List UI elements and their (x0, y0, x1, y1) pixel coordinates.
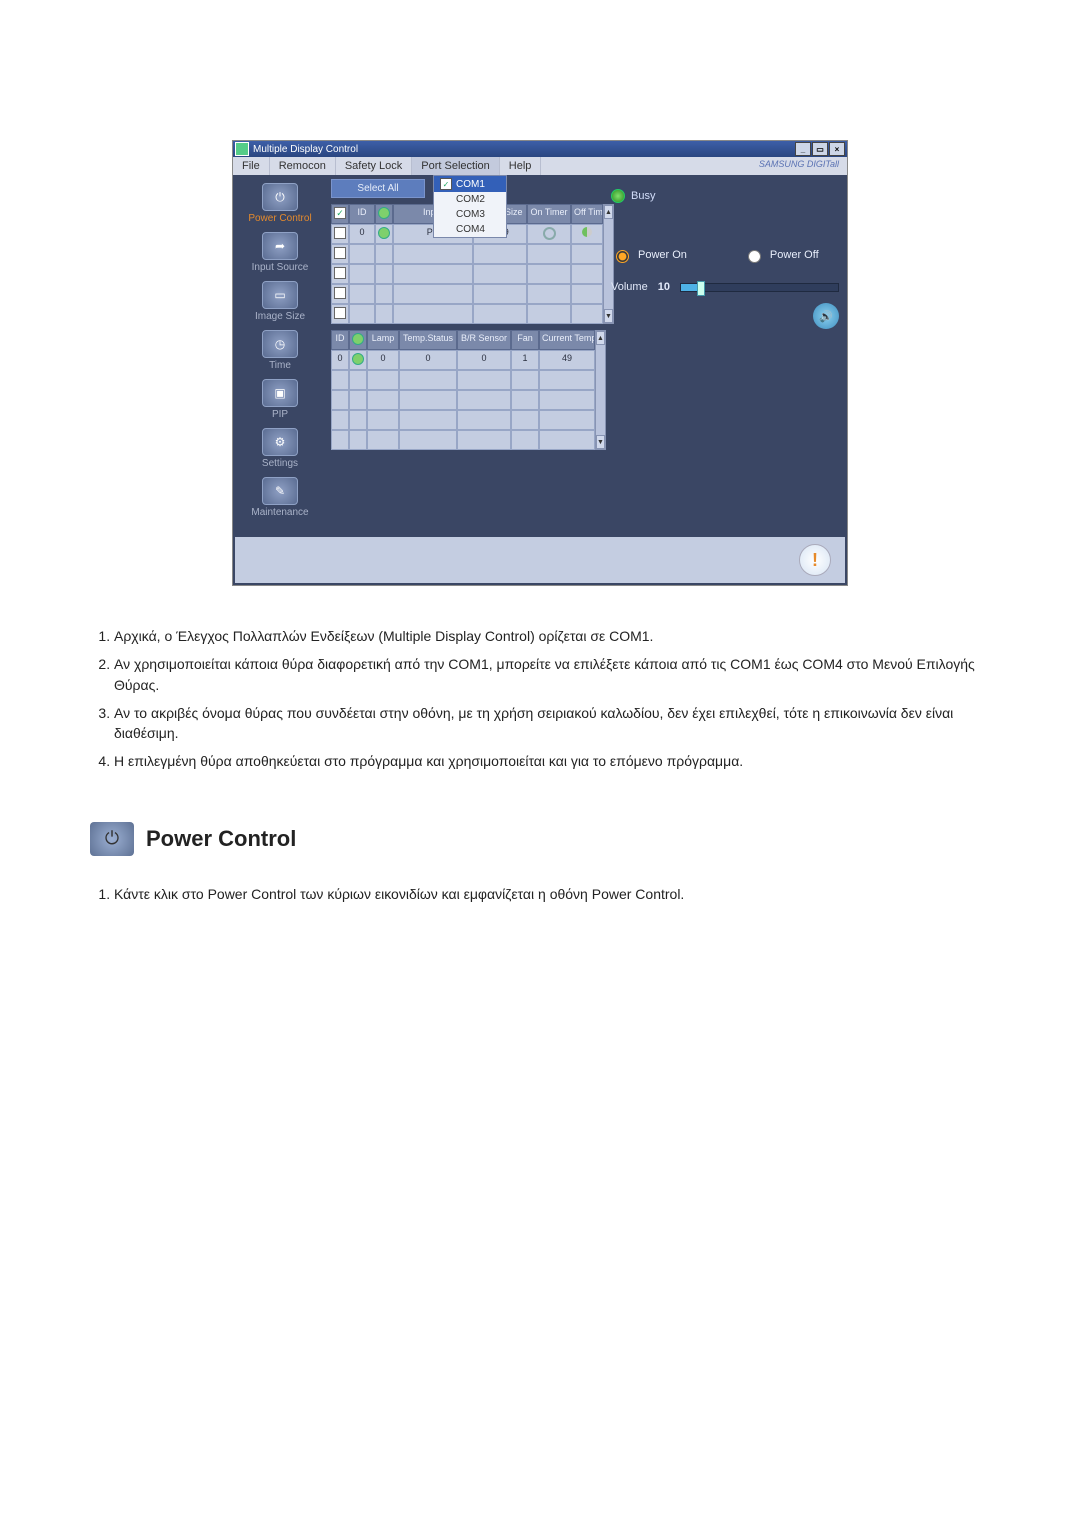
sidebar-item-label: Input Source (252, 262, 309, 273)
section-body: Κάντε κλικ στο Power Control των κύριων … (114, 886, 990, 902)
brand-label: SAMSUNG DIGITall (751, 157, 847, 175)
status-icon (378, 207, 390, 219)
slider-thumb[interactable] (697, 281, 705, 296)
select-all-button[interactable]: Select All (331, 179, 425, 198)
sidebar-item-settings[interactable]: ⚙ Settings (233, 424, 327, 473)
sidebar-item-pip[interactable]: ▣ PIP (233, 375, 327, 424)
sidebar-item-image-size[interactable]: ▭ Image Size (233, 277, 327, 326)
port-option-com3[interactable]: COM3 (434, 207, 506, 222)
sidebar-item-label: Time (269, 360, 291, 371)
close-button[interactable]: × (829, 142, 845, 156)
volume-label: Volume (611, 281, 648, 293)
power-off-radio[interactable]: Power Off (743, 247, 819, 263)
menubar: File Remocon Safety Lock Port Selection … (233, 157, 847, 175)
minimize-button[interactable]: _ (795, 142, 811, 156)
sidebar-item-time[interactable]: ◷ Time (233, 326, 327, 375)
app-window: Multiple Display Control _ ▭ × File Remo… (232, 140, 848, 586)
input-icon: ➦ (262, 232, 298, 260)
port-option-com2[interactable]: COM2 (434, 192, 506, 207)
note-item: Αν χρησιμοποιείται κάποια θύρα διαφορετι… (114, 654, 990, 695)
sidebar-item-label: Image Size (255, 311, 305, 322)
maximize-button[interactable]: ▭ (812, 142, 828, 156)
speaker-icon[interactable]: 🔊 (813, 303, 839, 329)
on-timer-icon (543, 227, 556, 240)
status-table: ID Lamp Temp.Status B/R Sensor Fan Curre… (331, 330, 595, 450)
scroll-down-icon[interactable]: ▼ (596, 435, 605, 449)
status-scrollbar[interactable]: ▲ ▼ (595, 330, 606, 450)
section-heading: ⏻ Power Control (90, 822, 990, 856)
note-item: Η επιλεγμένη θύρα αποθηκεύεται στο πρόγρ… (114, 751, 990, 771)
notes-list: Αρχικά, ο Έλεγχος Πολλαπλών Ενδείξεων (M… (90, 626, 990, 772)
power-icon: ⏻ (262, 183, 298, 211)
row-status-icon (378, 227, 390, 239)
sidebar: ⏻ Power Control ➦ Input Source ▭ Image S… (233, 175, 327, 535)
menu-file[interactable]: File (233, 157, 270, 175)
off-timer-icon (582, 227, 592, 237)
maintenance-icon: ✎ (262, 477, 298, 505)
busy-icon (611, 189, 625, 203)
status-bar: ! (235, 537, 845, 583)
power-on-radio[interactable]: Power On (611, 247, 687, 263)
section-icon: ⏻ (90, 822, 134, 856)
menu-port-selection[interactable]: Port Selection (412, 157, 499, 175)
port-option-com4[interactable]: COM4 (434, 222, 506, 237)
row-status-icon (352, 353, 364, 365)
app-icon (235, 142, 249, 156)
sidebar-item-input-source[interactable]: ➦ Input Source (233, 228, 327, 277)
sidebar-item-label: Power Control (248, 213, 311, 224)
section-title: Power Control (146, 826, 296, 852)
note-item: Αρχικά, ο Έλεγχος Πολλαπλών Ενδείξεων (M… (114, 626, 990, 646)
volume-value: 10 (658, 281, 670, 293)
row-checkbox[interactable] (334, 227, 346, 239)
sidebar-item-power-control[interactable]: ⏻ Power Control (233, 179, 327, 228)
note-item: Αν το ακριβές όνομα θύρας που συνδέεται … (114, 703, 990, 744)
menu-remocon[interactable]: Remocon (270, 157, 336, 175)
port-option-com1[interactable]: ✓COM1 (434, 176, 506, 192)
menu-safety-lock[interactable]: Safety Lock (336, 157, 412, 175)
pip-icon: ▣ (262, 379, 298, 407)
sidebar-item-maintenance[interactable]: ✎ Maintenance (233, 473, 327, 522)
menu-help[interactable]: Help (500, 157, 542, 175)
image-size-icon: ▭ (262, 281, 298, 309)
sidebar-item-label: Maintenance (251, 507, 308, 518)
titlebar: Multiple Display Control _ ▭ × (233, 141, 847, 157)
time-icon: ◷ (262, 330, 298, 358)
busy-indicator: Busy (611, 189, 839, 203)
sidebar-item-label: PIP (272, 409, 288, 420)
volume-slider[interactable] (680, 283, 839, 292)
scroll-up-icon[interactable]: ▲ (596, 331, 605, 345)
section-list: Κάντε κλικ στο Power Control των κύριων … (90, 886, 990, 902)
port-dropdown: ✓COM1 COM2 COM3 COM4 (433, 175, 507, 238)
warning-icon: ! (799, 544, 831, 576)
window-title: Multiple Display Control (253, 144, 358, 155)
status-icon (352, 333, 364, 345)
settings-icon: ⚙ (262, 428, 298, 456)
sidebar-item-label: Settings (262, 458, 298, 469)
